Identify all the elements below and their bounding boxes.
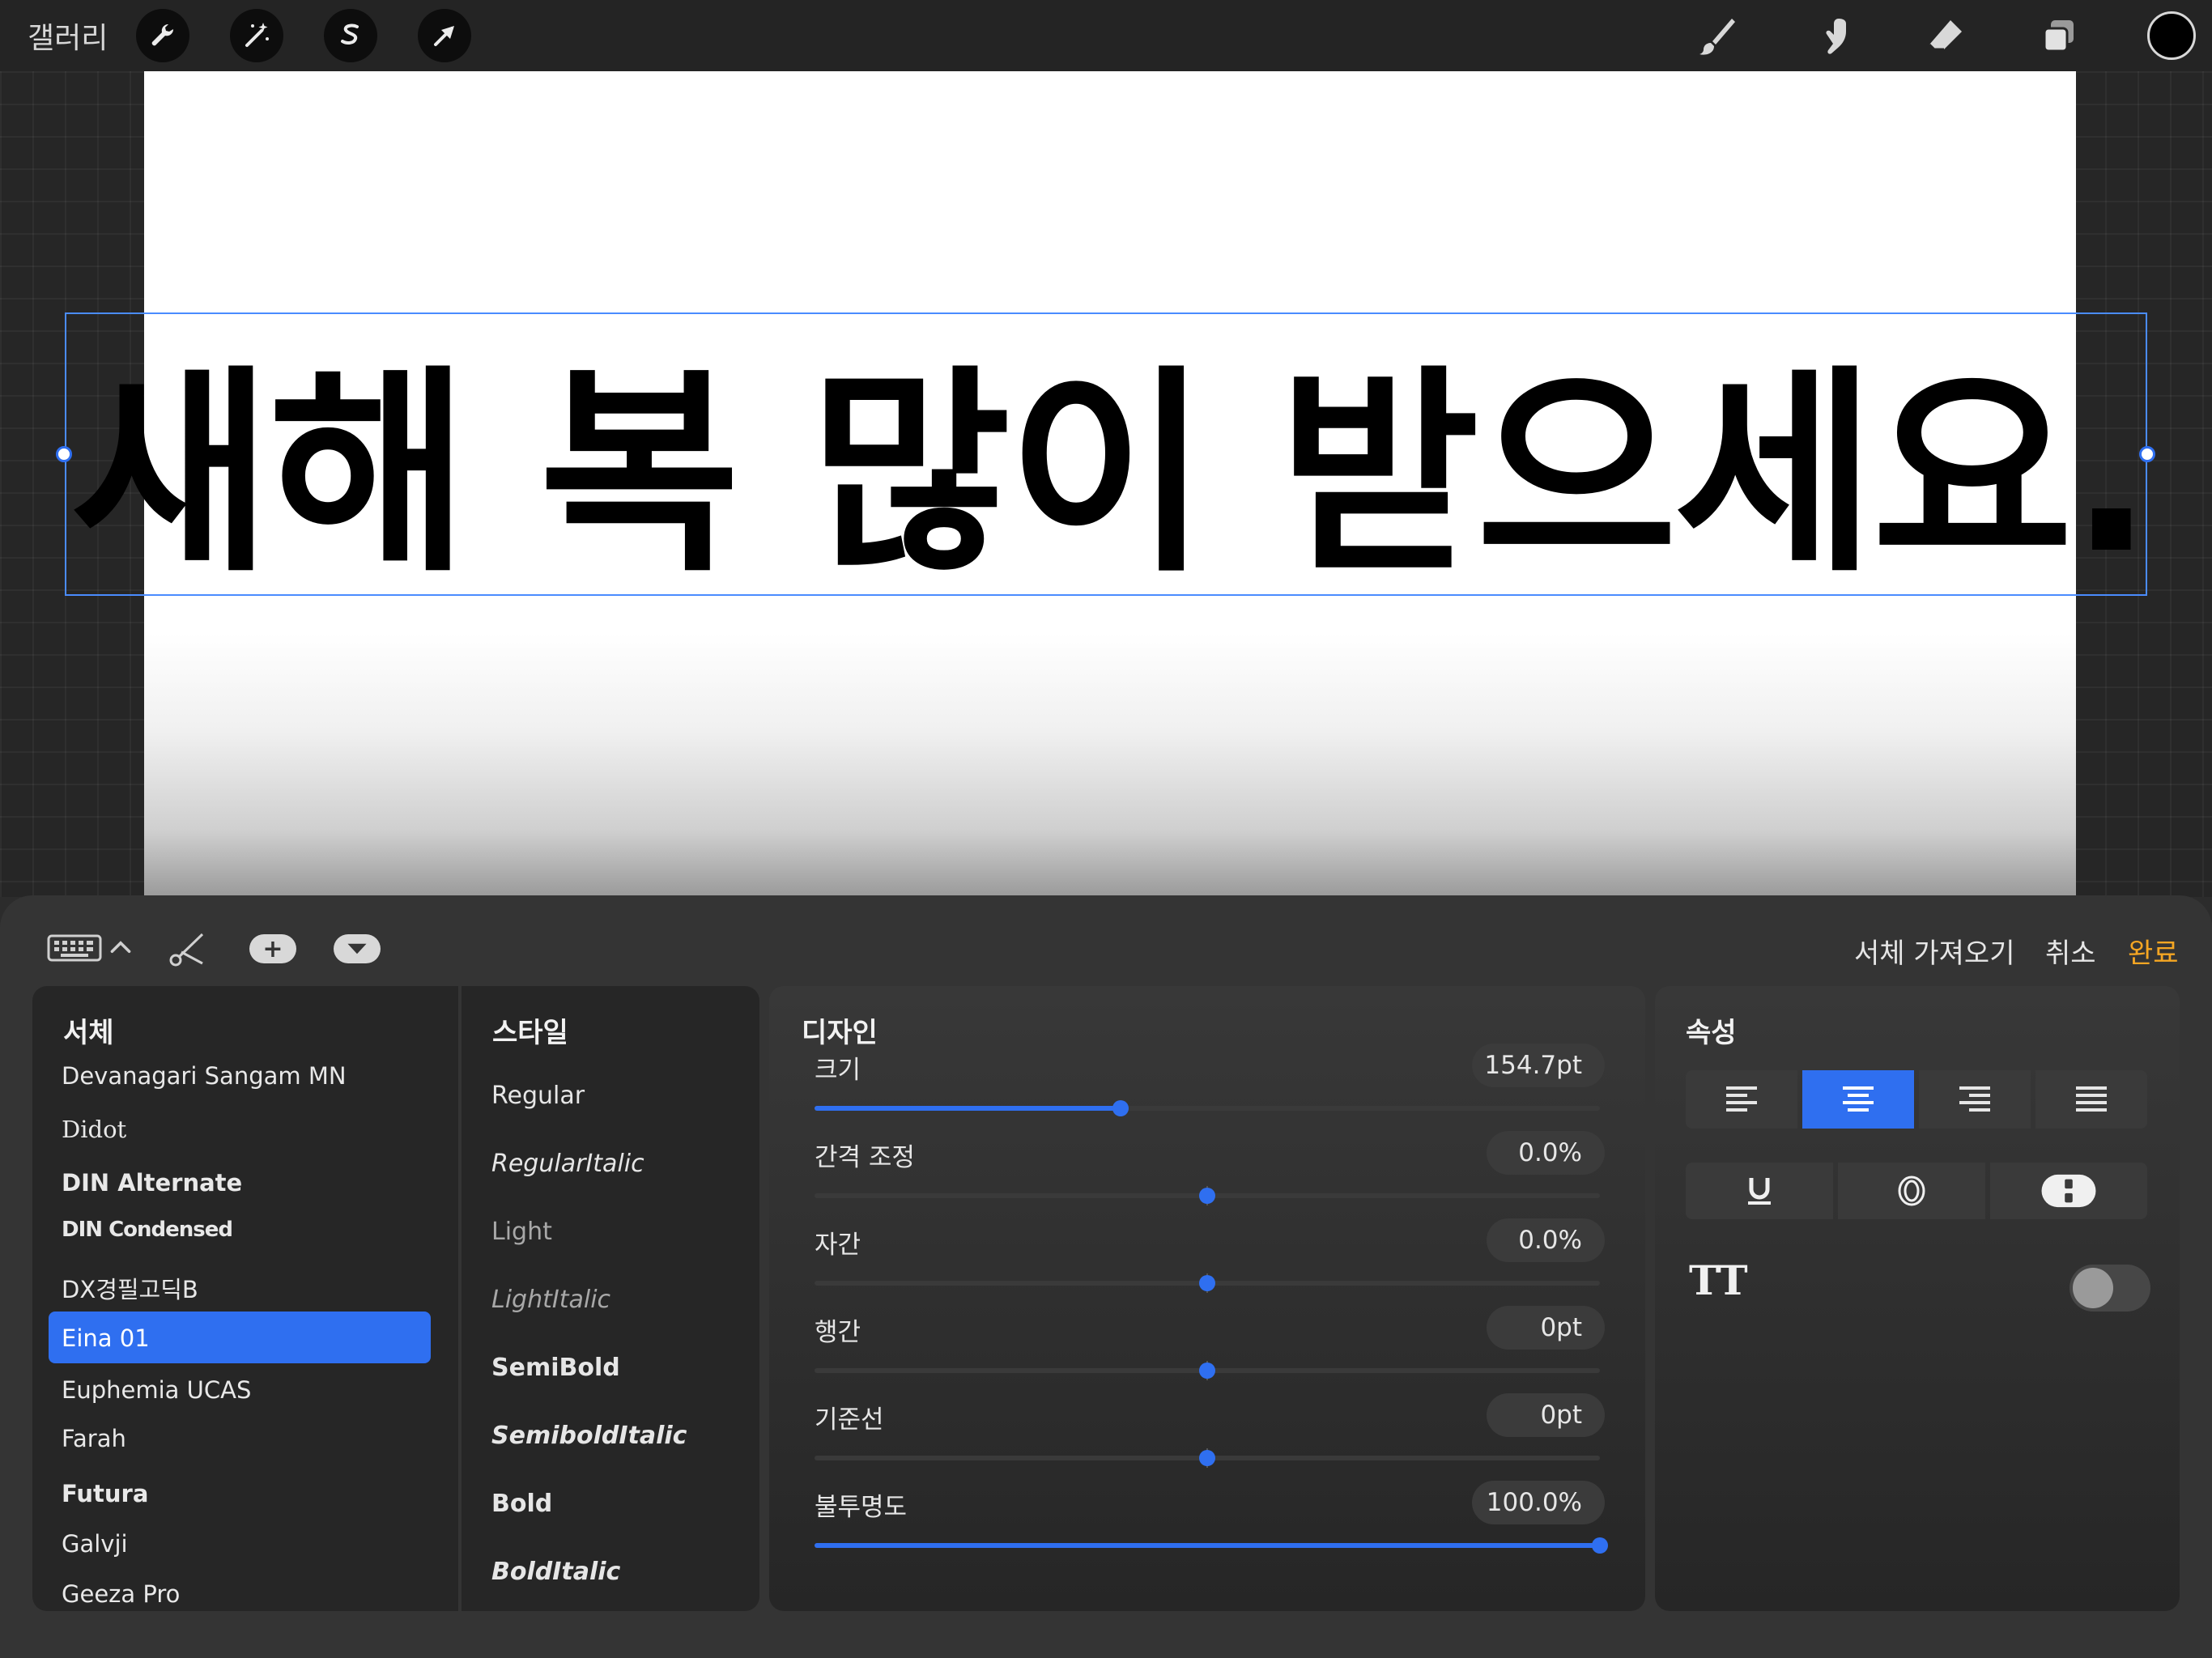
underline-button[interactable]	[1686, 1163, 1833, 1219]
color-picker-swatch[interactable]	[2147, 11, 2196, 60]
right-resize-handle[interactable]	[2139, 446, 2155, 462]
slider-knob[interactable]	[1199, 1363, 1215, 1379]
align-right-icon	[1959, 1086, 1990, 1112]
style-item[interactable]: Bold	[491, 1490, 552, 1518]
font-item[interactable]: Devanagari Sangam MN	[62, 1062, 347, 1090]
align-right-button[interactable]	[1919, 1070, 2031, 1129]
slider-knob[interactable]	[1199, 1275, 1215, 1291]
smudge-icon[interactable]	[1807, 11, 1857, 62]
triangle-down-icon	[334, 934, 381, 963]
font-item[interactable]: Futura	[62, 1480, 148, 1507]
import-font-button[interactable]: 서체 가져오기	[1854, 931, 2015, 971]
slider-label: 불투명도	[815, 1493, 908, 1522]
vertical-text-icon	[2041, 1174, 2096, 1208]
done-button[interactable]: 완료	[2128, 931, 2179, 971]
align-justify-icon	[2076, 1086, 2107, 1112]
font-item[interactable]: DX경필고딕B	[62, 1271, 198, 1305]
slider-value-field[interactable]: 0pt	[1487, 1306, 1605, 1350]
font-list-title: 서체	[63, 1017, 114, 1049]
style-item[interactable]: SemiboldItalic	[491, 1422, 687, 1450]
add-button[interactable]: +	[249, 934, 296, 963]
slider-label: 기준선	[815, 1405, 884, 1435]
align-justify-button[interactable]	[2035, 1070, 2147, 1129]
outline-button[interactable]	[1838, 1163, 1985, 1219]
gallery-button[interactable]: 갤러리	[28, 15, 108, 57]
outline-icon	[1898, 1175, 1925, 1206]
slider-label: 자간	[815, 1231, 861, 1260]
font-item[interactable]: Geeza Pro	[62, 1580, 180, 1608]
dropdown-button[interactable]	[334, 934, 381, 963]
slider-label: 크기	[815, 1056, 861, 1085]
scissors-icon[interactable]	[165, 928, 209, 971]
font-item[interactable]: Farah	[62, 1425, 126, 1452]
style-item[interactable]: SemiBold	[491, 1354, 620, 1382]
layers-icon[interactable]	[2034, 11, 2084, 62]
slider-label: 간격 조정	[815, 1143, 915, 1172]
attributes-title: 속성	[1686, 1017, 1737, 1049]
style-item[interactable]: LightItalic	[491, 1286, 610, 1314]
slider-label: 행간	[815, 1318, 861, 1347]
cancel-button[interactable]: 취소	[2045, 931, 2096, 971]
style-item[interactable]: Regular	[491, 1082, 585, 1110]
style-list-title: 스타일	[492, 1017, 568, 1049]
wrench-icon[interactable]	[136, 9, 189, 62]
left-resize-handle[interactable]	[56, 446, 72, 462]
underline-icon	[1748, 1178, 1771, 1205]
slider-value-field[interactable]: 0.0%	[1487, 1131, 1605, 1175]
font-item[interactable]: Euphemia UCAS	[62, 1376, 251, 1404]
slider-value-field[interactable]: 0.0%	[1487, 1218, 1605, 1262]
font-item[interactable]: DIN Alternate	[62, 1169, 242, 1197]
align-center-icon	[1843, 1086, 1874, 1112]
slider-knob[interactable]	[1199, 1188, 1215, 1204]
vertical-text-button[interactable]	[1990, 1163, 2147, 1219]
align-left-icon	[1726, 1086, 1757, 1112]
brush-icon[interactable]	[1692, 11, 1742, 62]
slider-fill	[815, 1543, 1600, 1548]
slider-fill	[815, 1106, 1121, 1111]
slider-knob[interactable]	[1199, 1450, 1215, 1466]
all-caps-label: TT	[1689, 1256, 1748, 1304]
text-selection-box	[65, 312, 2147, 596]
chevron-up-icon[interactable]	[107, 931, 134, 963]
magic-wand-icon[interactable]	[230, 9, 283, 62]
style-item[interactable]: RegularItalic	[491, 1150, 644, 1178]
selection-icon[interactable]	[324, 9, 377, 62]
slider-knob[interactable]	[1592, 1537, 1608, 1554]
font-item[interactable]: DIN Condensed	[62, 1218, 233, 1242]
slider-value-field[interactable]: 100.0%	[1472, 1481, 1605, 1524]
style-item[interactable]: Light	[491, 1218, 552, 1246]
align-left-button[interactable]	[1686, 1070, 1797, 1129]
font-item-selected[interactable]: Eina 01	[62, 1324, 150, 1352]
all-caps-toggle-knob[interactable]	[2073, 1268, 2113, 1308]
keyboard-icon[interactable]	[47, 933, 102, 963]
plus-icon: +	[249, 934, 296, 963]
transform-arrow-icon[interactable]	[418, 9, 471, 62]
font-item[interactable]: Didot	[62, 1116, 126, 1143]
slider-value-field[interactable]: 154.7pt	[1472, 1044, 1605, 1087]
slider-value-field[interactable]: 0pt	[1487, 1393, 1605, 1437]
style-item[interactable]: BoldItalic	[491, 1558, 620, 1586]
align-center-button[interactable]	[1802, 1070, 1914, 1129]
eraser-icon[interactable]	[1921, 11, 1971, 62]
font-item[interactable]: Galvji	[62, 1530, 128, 1558]
design-title: 디자인	[802, 1017, 878, 1049]
